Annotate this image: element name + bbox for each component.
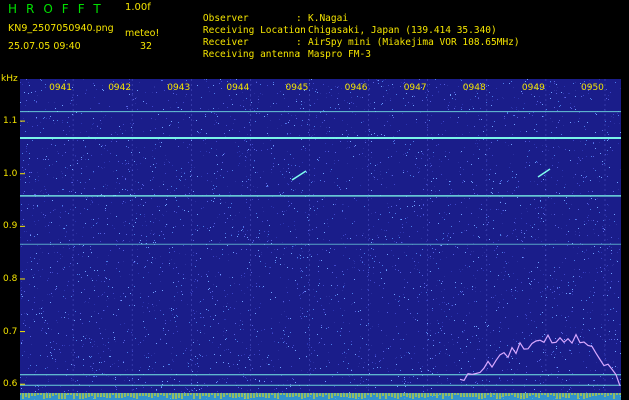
- info-label: Receiving antenna: [202, 48, 301, 60]
- waterfall-background: [20, 79, 621, 400]
- info-value: Maspro FM-3: [308, 48, 371, 60]
- x-tick-label: 0944: [226, 83, 249, 93]
- y-axis-label: kHz: [1, 74, 18, 84]
- spectrogram-svg: 0941 0942 0943 0944 0945 0946 0947 0948 0949 0950: [20, 79, 621, 400]
- date-time: 25.07.05 09:40: [8, 41, 81, 52]
- info-value: K.Nagai: [308, 12, 349, 24]
- x-tick-label: 0946: [345, 83, 368, 93]
- y-tick-label: 1.0: [3, 168, 18, 179]
- info-value: AirSpy mini (Miakejima VOR 108.65MHz): [308, 36, 520, 48]
- unit-label: meteo!: [125, 28, 160, 39]
- version-label: 1.00f: [125, 2, 151, 13]
- x-tick-label: 0949: [522, 83, 545, 93]
- y-tick-label: 0.9: [3, 221, 18, 232]
- header-panel: HROFFT 1.00f KN9_2507050940.png meteo! 2…: [0, 0, 629, 72]
- x-tick-label: 0948: [463, 83, 486, 93]
- y-tick-label: 0.6: [3, 379, 18, 390]
- y-tick-label: 0.7: [3, 326, 18, 337]
- x-tick-label: 0947: [404, 83, 427, 93]
- x-tick-label: 0950: [581, 83, 604, 93]
- file-name: KN9_2507050940.png: [8, 23, 114, 34]
- x-tick-label: 0943: [167, 83, 190, 93]
- info-antenna: Receiving antenna: Maspro FM-3: [202, 48, 371, 60]
- y-tick-label: 0.8: [3, 273, 18, 284]
- x-tick-label: 0945: [286, 83, 309, 93]
- info-value: Chigasaki, Japan (139.414 35.340): [308, 24, 497, 36]
- app-name: HROFFT: [8, 2, 110, 16]
- x-tick-label: 0942: [108, 83, 131, 93]
- waterfall-spectrogram: 0941 0942 0943 0944 0945 0946 0947 0948 0949 0950: [20, 79, 621, 400]
- y-tick-label: 1.1: [3, 116, 18, 127]
- count-value: 32: [140, 41, 153, 52]
- x-tick-label: 0941: [49, 83, 72, 93]
